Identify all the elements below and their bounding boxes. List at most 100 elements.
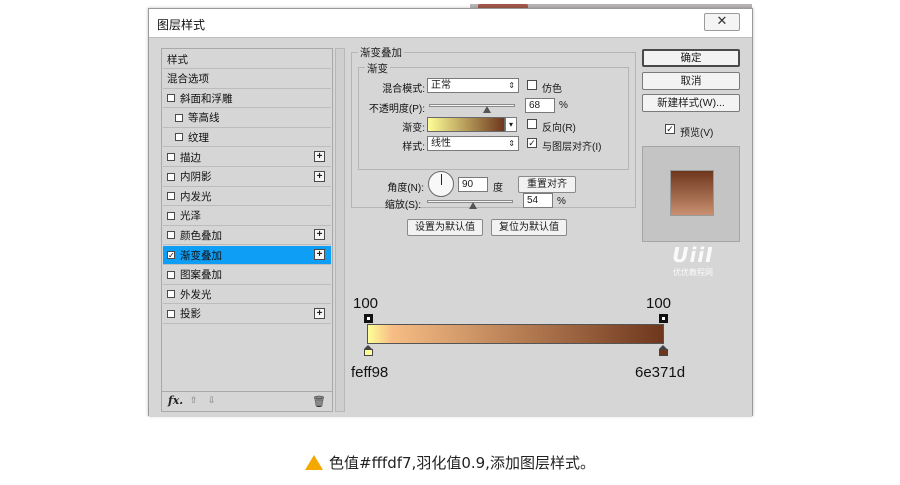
style-list-checkbox[interactable]: [167, 270, 175, 279]
close-icon: ✕: [716, 13, 728, 28]
opacity-input[interactable]: 68: [525, 98, 555, 113]
angle-input[interactable]: 90: [458, 177, 488, 192]
color-stop-swatch: [364, 349, 373, 356]
watermark-logo-text: UiiI: [672, 243, 714, 267]
angle-dial[interactable]: [428, 171, 454, 197]
style-list-item[interactable]: 投影 +: [163, 305, 331, 324]
gradient-subgroup: 渐变 混合模式: 正常 ⇕ 仿色 不透明度(P): 68 % 渐变: ▾ 反向(…: [358, 61, 629, 170]
style-list-item[interactable]: 描边 +: [163, 148, 331, 167]
style-select[interactable]: 线性 ⇕: [427, 136, 519, 151]
set-as-default-button[interactable]: 设置为默认值: [407, 219, 483, 236]
reset-to-default-button[interactable]: 复位为默认值: [491, 219, 567, 236]
align-with-layer-checkbox[interactable]: ✓: [527, 138, 537, 148]
left-opacity-stop[interactable]: [364, 314, 373, 323]
scale-label: 缩放(S):: [384, 200, 421, 211]
style-list-checkbox[interactable]: [167, 153, 175, 161]
checkmark-icon: ✓: [528, 138, 536, 148]
new-style-button[interactable]: 新建样式(W)...: [642, 94, 740, 112]
cancel-button[interactable]: 取消: [642, 72, 740, 90]
style-list-item[interactable]: 纹理: [163, 128, 331, 148]
reset-alignment-button[interactable]: 重置对齐: [518, 176, 576, 193]
trash-icon[interactable]: 🗑: [312, 395, 326, 408]
style-list-item[interactable]: 颜色叠加 +: [163, 226, 331, 246]
style-list-item[interactable]: 样式: [163, 50, 331, 69]
right-color-stop[interactable]: [659, 345, 668, 356]
style-list-label: 斜面和浮雕: [180, 92, 233, 105]
gradient-dropdown-caret-icon[interactable]: ▾: [505, 117, 517, 132]
style-list-item[interactable]: 斜面和浮雕: [163, 89, 331, 109]
right-opacity-stop-value: 100: [646, 295, 672, 312]
checkmark-icon: ✓: [666, 124, 674, 134]
dither-label: 仿色: [542, 84, 562, 95]
style-label: 样式:: [402, 142, 425, 153]
gradient-overlay-title: 渐变叠加: [358, 45, 404, 60]
move-down-icon[interactable]: ⇩: [208, 395, 216, 406]
caption: 色值#fffdf7,羽化值0.9,添加图层样式。: [0, 452, 900, 473]
reverse-checkbox[interactable]: [527, 119, 537, 129]
gradient-label: 渐变:: [402, 123, 425, 134]
gradient-overlay-group: 渐变叠加 渐变 混合模式: 正常 ⇕ 仿色 不透明度(P): 68 % 渐变: …: [351, 45, 636, 208]
dither-checkbox[interactable]: [527, 80, 537, 90]
style-list-checkbox[interactable]: [167, 309, 175, 318]
style-list-label: 颜色叠加: [180, 229, 222, 242]
style-list-item[interactable]: 混合选项: [163, 70, 331, 89]
style-list-item[interactable]: 光泽: [163, 207, 331, 226]
fx-icon[interactable]: fx.: [168, 394, 183, 407]
style-list-item[interactable]: 内发光: [163, 187, 331, 207]
styles-list-panel: 样式 混合选项 斜面和浮雕 等高线 纹理 描边 + 内阴影 + 内发光 光泽 颜色叠加 + ✓ 渐变叠加 + 图…: [161, 48, 333, 412]
gradient-bar[interactable]: [367, 324, 664, 344]
align-with-layer-label: 与图层对齐(I): [542, 142, 602, 153]
style-list-checkbox[interactable]: [167, 290, 175, 299]
close-button[interactable]: ✕: [704, 13, 740, 31]
styles-list-footer: fx. ⇧ ⇩ 🗑: [162, 391, 332, 411]
select-caret-icon: ⇕: [508, 139, 515, 148]
style-list-checkbox[interactable]: [175, 133, 183, 142]
add-effect-plus-icon[interactable]: +: [314, 307, 325, 319]
scale-input[interactable]: 54: [523, 193, 553, 208]
style-list-label: 混合选项: [167, 73, 209, 86]
style-list-label: 外发光: [180, 288, 212, 301]
dialog-client: 样式 混合选项 斜面和浮雕 等高线 纹理 描边 + 内阴影 + 内发光 光泽 颜色叠加 + ✓ 渐变叠加 + 图…: [149, 37, 752, 417]
add-effect-plus-icon[interactable]: +: [314, 229, 325, 241]
ok-button[interactable]: 确定: [642, 49, 740, 67]
gradient-subgroup-title: 渐变: [365, 61, 390, 76]
style-list-checkbox[interactable]: [175, 113, 183, 122]
right-opacity-stop[interactable]: [659, 314, 668, 323]
styles-list-scrollbar[interactable]: [335, 48, 345, 412]
style-list-checkbox[interactable]: ✓: [167, 251, 175, 260]
angle-label: 角度(N):: [387, 183, 424, 194]
style-list-item[interactable]: ✓ 渐变叠加 +: [163, 246, 331, 265]
style-list-label: 样式: [167, 53, 188, 66]
style-list-label: 描边: [180, 151, 201, 164]
style-list-label: 图案叠加: [180, 269, 222, 282]
style-list-item[interactable]: 等高线: [163, 109, 331, 128]
move-up-icon[interactable]: ⇧: [190, 395, 198, 406]
style-list-checkbox[interactable]: [167, 192, 175, 201]
opacity-slider-thumb[interactable]: [483, 106, 492, 113]
style-list-label: 光泽: [180, 210, 201, 223]
preview-checkbox[interactable]: ✓: [665, 124, 675, 134]
gradient-picker-swatch[interactable]: [427, 117, 505, 132]
opacity-label: 不透明度(P):: [368, 104, 425, 115]
style-list-checkbox[interactable]: [167, 94, 175, 103]
add-effect-plus-icon[interactable]: +: [314, 151, 325, 162]
add-effect-plus-icon[interactable]: +: [314, 249, 325, 260]
angle-needle: [441, 174, 442, 185]
dialog-titlebar: 图层样式 ✕: [149, 9, 752, 37]
add-effect-plus-icon[interactable]: +: [314, 170, 325, 182]
warning-triangle-icon: [305, 455, 324, 470]
style-list-item[interactable]: 图案叠加: [163, 266, 331, 285]
left-color-stop-value: feff98: [351, 364, 389, 381]
style-list-checkbox[interactable]: [167, 231, 175, 240]
style-list-item[interactable]: 外发光: [163, 285, 331, 305]
blend-mode-select[interactable]: 正常 ⇕: [427, 78, 519, 93]
preview-thumbnail-box: [642, 146, 740, 242]
left-color-stop[interactable]: [364, 345, 373, 356]
opacity-slider-track[interactable]: [429, 104, 515, 107]
style-list-item[interactable]: 内阴影 +: [163, 168, 331, 187]
dialog-title: 图层样式: [157, 18, 206, 32]
style-list-label: 内阴影: [180, 171, 212, 184]
style-list-checkbox[interactable]: [167, 211, 175, 220]
style-list-checkbox[interactable]: [167, 172, 175, 181]
scale-slider-thumb[interactable]: [469, 202, 478, 209]
